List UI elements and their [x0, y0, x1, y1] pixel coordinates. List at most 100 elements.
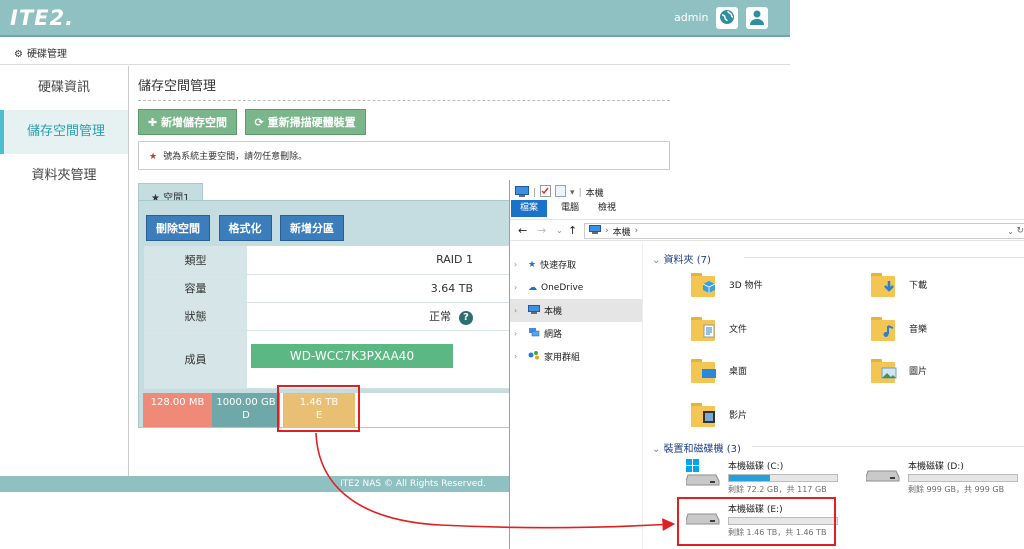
- prop-value: RAID 1: [247, 246, 511, 275]
- highlight-partition-e: [277, 385, 360, 432]
- add-storage-button[interactable]: ✚ 新增儲存空間: [138, 109, 238, 135]
- partition-label: D: [242, 410, 250, 421]
- sidebar-item-folders[interactable]: 資料夾管理: [0, 154, 128, 198]
- prop-value: 正常?: [247, 302, 511, 331]
- folder-label: 文件: [729, 324, 748, 335]
- navigation-pane: › ★ 快速存取 › ☁ OneDrive › 本機 › 網路 › 家用群組: [510, 243, 643, 549]
- nav-label: 家用群組: [544, 353, 581, 363]
- tab-view[interactable]: 檢視: [589, 200, 625, 217]
- title-bar: | ▾ | 本機: [510, 180, 1024, 200]
- folder-documents[interactable]: 文件: [691, 315, 747, 341]
- back-icon[interactable]: ←: [518, 224, 527, 237]
- recent-dropdown-icon[interactable]: ⌄: [556, 226, 563, 235]
- address-bar[interactable]: › 本機 › ⌄ ↻: [584, 223, 1024, 239]
- folder-icon: [691, 315, 721, 341]
- help-icon[interactable]: ?: [459, 310, 473, 325]
- folder-icon: [691, 401, 721, 427]
- computer-icon: [589, 225, 601, 237]
- nav-item-onedrive[interactable]: › ☁ OneDrive: [510, 276, 642, 299]
- properties-icon[interactable]: [540, 185, 552, 200]
- partition-size: 128.00 MB: [150, 397, 205, 408]
- folder-desktop[interactable]: 桌面: [691, 357, 747, 383]
- table-row: 類型 RAID 1: [144, 246, 511, 275]
- add-partition-button[interactable]: 新增分區: [280, 215, 344, 241]
- drive-usage-bar: [908, 474, 1018, 482]
- page-title: 儲存空間管理: [138, 66, 670, 101]
- prop-key: 成員: [144, 330, 247, 389]
- folder-pictures[interactable]: 圖片: [871, 357, 927, 383]
- address-dropdown-icon[interactable]: ⌄: [1007, 227, 1014, 236]
- nav-item-this-pc[interactable]: › 本機: [510, 299, 642, 322]
- breadcrumb: ⚙ 硬碟管理: [0, 39, 790, 65]
- folder-label: 圖片: [909, 366, 928, 377]
- address-path: 本機: [612, 227, 631, 238]
- sidebar-item-storage[interactable]: 儲存空間管理: [0, 110, 128, 154]
- folder-downloads[interactable]: 下載: [871, 271, 927, 297]
- folder-3d-objects[interactable]: 3D 物件: [691, 271, 763, 297]
- prop-key: 類型: [144, 246, 247, 275]
- language-button[interactable]: [716, 7, 738, 29]
- network-icon: [528, 327, 540, 340]
- refresh-icon[interactable]: ↻: [1016, 226, 1024, 236]
- drive-usage-bar: [728, 474, 838, 482]
- plus-icon: ✚: [148, 116, 162, 129]
- add-storage-label: 新增儲存空間: [161, 116, 228, 129]
- partition-d[interactable]: 1000.00 GB D: [212, 393, 280, 427]
- partition-1[interactable]: 128.00 MB: [143, 393, 212, 427]
- folder-music[interactable]: 音樂: [871, 315, 927, 341]
- nav-item-network[interactable]: › 網路: [510, 322, 642, 345]
- tab-file[interactable]: 檔案: [511, 200, 548, 217]
- drive-name: 本機磁碟 (C:): [728, 462, 784, 472]
- username[interactable]: admin: [674, 11, 708, 24]
- table-row: 狀態 正常?: [144, 302, 511, 331]
- prop-key: 容量: [144, 274, 247, 303]
- chevron-down-icon: ⌄: [652, 255, 664, 266]
- folder-icon: [691, 271, 721, 297]
- logo: ITE2.: [10, 6, 75, 30]
- forward-icon[interactable]: →: [537, 224, 546, 237]
- folder-label: 下載: [909, 280, 928, 291]
- nav-label: 本機: [544, 307, 563, 317]
- breadcrumb-label: 硬碟管理: [26, 49, 67, 60]
- drive-d[interactable]: 本機磁碟 (D:) 剩餘 999 GB，共 999 GB: [865, 459, 1018, 495]
- folder-label: 3D 物件: [729, 280, 763, 291]
- highlight-drive-e: [677, 497, 836, 546]
- prop-key: 狀態: [144, 302, 247, 331]
- address-row: ← → ⌄ ↑ › 本機 › ⌄ ↻: [510, 219, 1024, 241]
- folder-icon: [871, 271, 901, 297]
- drive-c[interactable]: 本機磁碟 (C:) 剩餘 72.2 GB，共 117 GB: [685, 459, 838, 495]
- drive-free-space: 剩餘 999 GB，共 999 GB: [908, 485, 1005, 494]
- top-bar: ITE2. admin: [0, 0, 790, 37]
- group-label: 裝置和磁碟機 (3): [663, 444, 741, 455]
- refresh-icon: ⟳: [254, 116, 268, 129]
- quick-access-dropdown-icon[interactable]: ▾: [570, 188, 575, 198]
- drive-icon: [865, 459, 900, 487]
- folder-icon: [871, 315, 901, 341]
- member-disk-1[interactable]: WD-WCC7K3PXAA40: [251, 344, 453, 368]
- folders-group-header[interactable]: ⌄ 資料夾 (7): [652, 251, 1024, 266]
- delete-space-button[interactable]: 刪除空間: [146, 215, 210, 241]
- up-icon[interactable]: ↑: [568, 224, 577, 237]
- file-explorer-window: | ▾ | 本機 檔案 電腦 檢視 ← → ⌄ ↑ › 本機 › ⌄ ↻ › ★ 快…: [509, 180, 1024, 549]
- computer-icon: [528, 304, 540, 317]
- folder-videos[interactable]: 影片: [691, 401, 747, 427]
- gear-icon: ⚙: [14, 49, 23, 60]
- star-icon: ★: [149, 152, 158, 162]
- drives-group-header[interactable]: ⌄ 裝置和磁碟機 (3): [652, 440, 1024, 455]
- sidebar: 硬碟資訊 儲存空間管理 資料夾管理: [0, 66, 129, 476]
- folder-label: 桌面: [729, 366, 748, 377]
- tab-computer[interactable]: 電腦: [552, 200, 588, 217]
- sidebar-item-disk-info[interactable]: 硬碟資訊: [0, 66, 128, 110]
- status-text: 正常: [429, 309, 451, 323]
- notice-text: 號為系統主要空間，請勿任意刪除。: [163, 152, 308, 162]
- nav-item-quick-access[interactable]: › ★ 快速存取: [510, 253, 642, 276]
- computer-icon: [515, 185, 529, 200]
- user-button[interactable]: [746, 7, 768, 29]
- nav-item-homegroup[interactable]: › 家用群組: [510, 345, 642, 368]
- notice-box: ★ 號為系統主要空間，請勿任意刪除。: [138, 141, 670, 170]
- user-icon: [749, 9, 765, 28]
- nav-label: OneDrive: [541, 282, 584, 293]
- new-folder-icon[interactable]: [555, 185, 567, 200]
- rescan-button[interactable]: ⟳ 重新掃描硬體裝置: [244, 109, 366, 135]
- format-button[interactable]: 格式化: [218, 215, 272, 241]
